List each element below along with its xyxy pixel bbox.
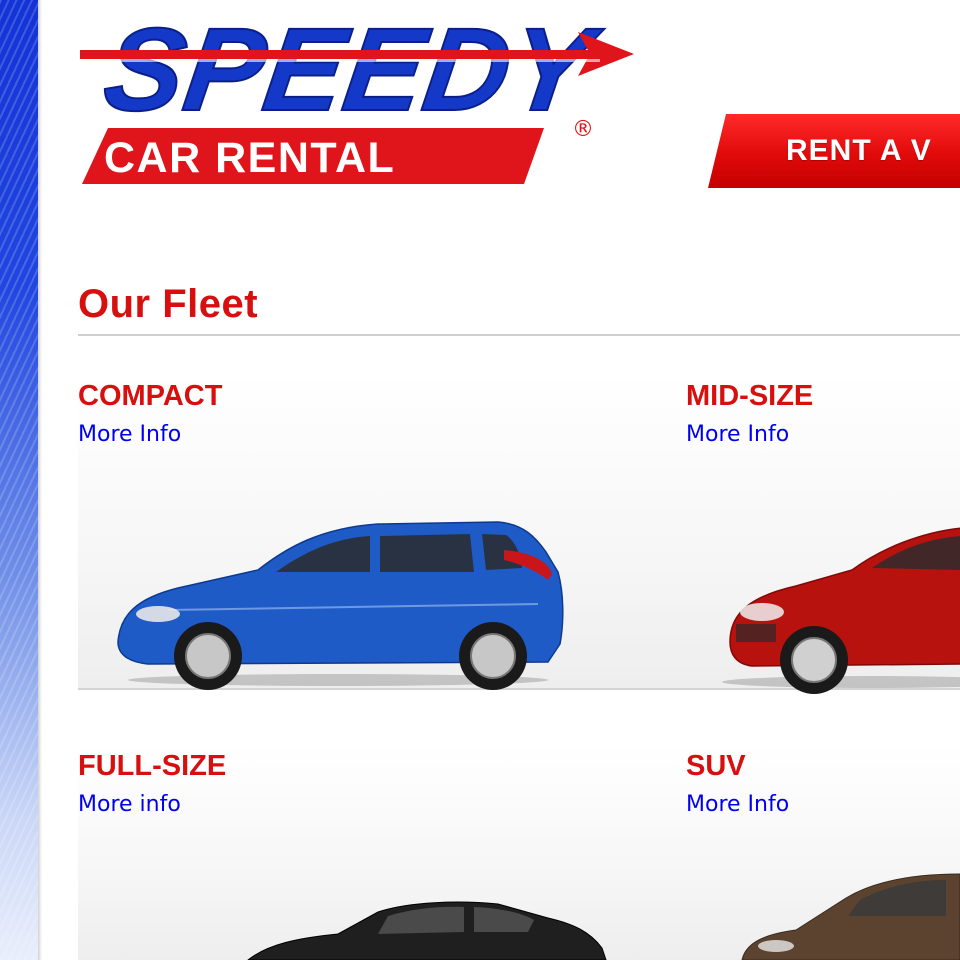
logo-car-rental-text: CAR RENTAL [104, 134, 395, 182]
more-info-link[interactable]: More Info [686, 792, 789, 817]
more-info-link[interactable]: More info [78, 792, 181, 817]
more-info-link[interactable]: More Info [686, 422, 789, 447]
blue-hatchback-image[interactable] [108, 502, 568, 692]
card-title: FULL-SIZE [78, 750, 227, 782]
fleet-card-compact: COMPACT More Info [78, 372, 686, 690]
fleet-card-full-size: FULL-SIZE More info [78, 742, 686, 960]
rent-banner-label: RENT A V [786, 134, 932, 167]
fleet-card-mid-size: MID-SIZE More Info [686, 372, 960, 694]
title-divider [78, 334, 960, 336]
red-hatchback-image[interactable] [722, 512, 960, 694]
logo-speedy-text: SPEEDY [97, 14, 608, 136]
brown-suv-image[interactable] [736, 872, 960, 960]
content-area: SPEEDY CAR RENTAL ® RENT A V Our Fleet C… [42, 0, 960, 960]
fleet-card-suv: SUV More Info [686, 742, 960, 960]
page-title: Our Fleet [78, 282, 259, 326]
speedy-logo[interactable]: SPEEDY CAR RENTAL ® [78, 14, 648, 190]
rent-a-vehicle-button[interactable]: RENT A V [708, 114, 960, 188]
side-stripe [0, 0, 38, 960]
card-title: COMPACT [78, 380, 223, 412]
page: SPEEDY CAR RENTAL ® RENT A V Our Fleet C… [0, 0, 960, 960]
logo-graphic: SPEEDY CAR RENTAL ® [80, 14, 634, 184]
card-title: MID-SIZE [686, 380, 814, 412]
black-sedan-image[interactable] [228, 898, 608, 960]
registered-mark: ® [572, 117, 594, 142]
card-title: SUV [686, 750, 746, 782]
more-info-link[interactable]: More Info [78, 422, 181, 447]
